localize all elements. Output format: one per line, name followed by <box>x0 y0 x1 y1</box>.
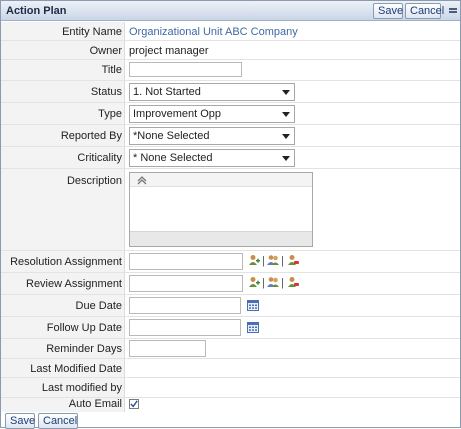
auto-email-checkbox[interactable] <box>129 399 139 409</box>
auto-email-label: Auto Email <box>68 398 122 410</box>
status-row: Status 1. Not Started <box>1 81 460 103</box>
criticality-row: Criticality * None Selected <box>1 147 460 169</box>
editor-toolbar <box>130 173 312 187</box>
reported-by-row: Reported By *None Selected <box>1 125 460 147</box>
title-input[interactable] <box>129 62 242 77</box>
follow-up-date-label: Follow Up Date <box>46 322 122 334</box>
description-label: Description <box>66 175 122 187</box>
status-label: Status <box>90 86 122 98</box>
entity-name-link[interactable]: Organizational Unit ABC Company <box>129 26 298 38</box>
chevron-down-icon <box>282 90 290 95</box>
resolution-assignment-input[interactable] <box>129 253 243 270</box>
type-selected-value: Improvement Opp <box>133 108 222 120</box>
owner-value: project manager <box>129 45 209 57</box>
header-cancel-button[interactable]: Cancel <box>405 3 444 19</box>
footer-cancel-button[interactable]: Cancel <box>38 413 78 429</box>
header-save-button[interactable]: Save <box>373 3 403 19</box>
chevron-down-icon <box>282 134 290 139</box>
resolution-assignment-row: Resolution Assignment | | <box>1 251 460 273</box>
due-date-input[interactable] <box>129 297 241 314</box>
calendar-icon[interactable] <box>247 300 259 311</box>
last-modified-by-label: Last modified by <box>41 382 122 394</box>
add-user-icon[interactable] <box>248 276 260 288</box>
add-user-icon[interactable] <box>248 254 260 266</box>
reported-by-label: Reported By <box>60 130 122 142</box>
status-selected-value: 1. Not Started <box>133 86 201 98</box>
due-date-row: Due Date <box>1 295 460 317</box>
reminder-days-label: Reminder Days <box>46 343 122 355</box>
follow-up-date-input[interactable] <box>129 319 241 336</box>
reminder-days-input[interactable] <box>129 340 206 357</box>
calendar-icon[interactable] <box>247 322 259 333</box>
entity-name-row: Entity Name Organizational Unit ABC Comp… <box>1 22 460 41</box>
editor-status-bar <box>130 231 312 246</box>
reported-by-selected-value: *None Selected <box>133 130 210 142</box>
type-label: Type <box>98 108 122 120</box>
criticality-select[interactable]: * None Selected <box>129 149 295 167</box>
panel-title: Action Plan <box>6 5 67 17</box>
resolution-assignment-label: Resolution Assignment <box>10 256 122 268</box>
review-assignment-input[interactable] <box>129 275 243 292</box>
review-assignment-label: Review Assignment <box>26 278 122 290</box>
remove-user-icon[interactable] <box>287 254 299 266</box>
last-modified-date-row: Last Modified Date <box>1 359 460 378</box>
reminder-days-row: Reminder Days <box>1 339 460 359</box>
due-date-label: Due Date <box>75 300 122 312</box>
title-row: Title <box>1 60 460 81</box>
status-select[interactable]: 1. Not Started <box>129 83 295 101</box>
type-row: Type Improvement Opp <box>1 103 460 125</box>
title-label: Title <box>101 64 122 76</box>
owner-label: Owner <box>89 45 122 57</box>
follow-up-date-row: Follow Up Date <box>1 317 460 339</box>
owner-row: Owner project manager <box>1 41 460 60</box>
panel-header: Action Plan Save Cancel <box>1 1 460 21</box>
collapse-icon[interactable] <box>449 6 457 15</box>
reported-by-select[interactable]: *None Selected <box>129 127 295 145</box>
last-modified-date-label: Last Modified Date <box>30 363 122 375</box>
description-editor[interactable] <box>129 172 313 247</box>
select-users-icon[interactable] <box>267 276 279 288</box>
review-assignment-row: Review Assignment | | <box>1 273 460 295</box>
select-users-icon[interactable] <box>267 254 279 266</box>
chevron-down-icon <box>282 156 290 161</box>
action-plan-panel: Action Plan Save Cancel Entity Name Orga… <box>0 0 461 429</box>
auto-email-row: Auto Email <box>1 398 460 412</box>
expand-toolbar-icon[interactable] <box>136 175 148 185</box>
criticality-label: Criticality <box>77 152 122 164</box>
type-select[interactable]: Improvement Opp <box>129 105 295 123</box>
criticality-selected-value: * None Selected <box>133 152 213 164</box>
footer-save-button[interactable]: Save <box>5 413 35 429</box>
remove-user-icon[interactable] <box>287 276 299 288</box>
check-icon <box>130 400 138 408</box>
entity-name-label: Entity Name <box>62 26 122 38</box>
chevron-down-icon <box>282 112 290 117</box>
last-modified-by-row: Last modified by <box>1 378 460 398</box>
